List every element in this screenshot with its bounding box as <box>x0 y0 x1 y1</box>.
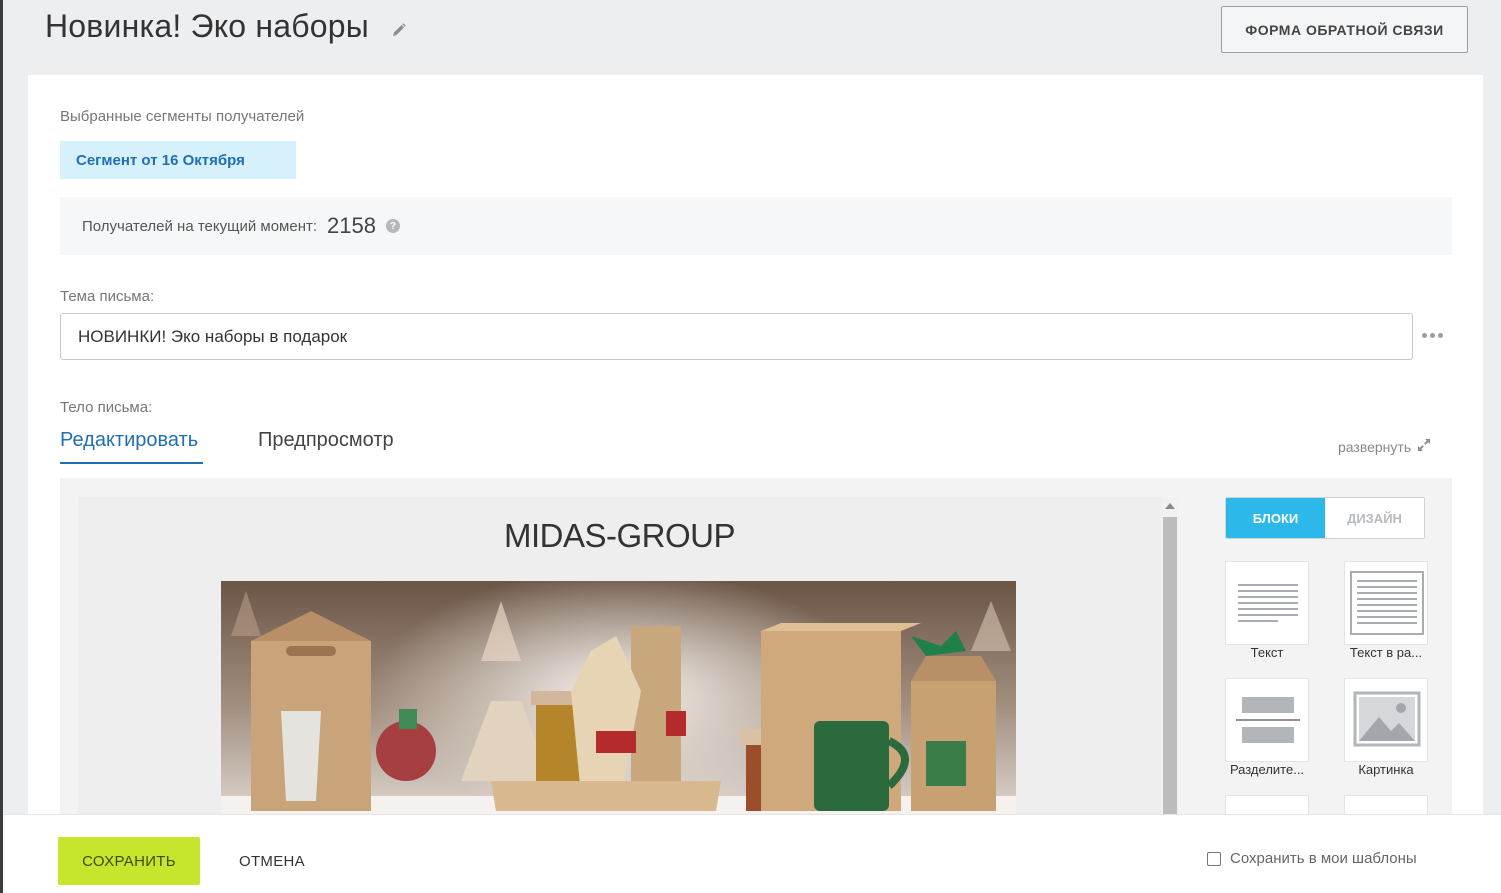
text-block-icon <box>1238 584 1298 622</box>
expand-icon <box>1417 438 1431 455</box>
tab-blocks[interactable]: БЛОКИ <box>1226 498 1325 538</box>
recipients-count: 2158 <box>327 213 376 238</box>
body-label: Тело письма: <box>60 399 153 416</box>
header: Новинка! Эко наборы ФОРМА ОБРАТНОЙ СВЯЗИ <box>3 0 1501 75</box>
save-template-checkbox[interactable] <box>1207 851 1221 866</box>
cancel-button[interactable]: ОТМЕНА <box>239 853 305 870</box>
scroll-up-arrow-icon[interactable] <box>1165 503 1175 509</box>
question-icon[interactable]: ? <box>385 219 400 233</box>
window-edge <box>0 0 3 893</box>
banner-image[interactable] <box>221 581 1016 820</box>
feedback-form-button[interactable]: ФОРМА ОБРАТНОЙ СВЯЗИ <box>1221 6 1468 53</box>
block-boxed-text-label: Текст в ра... <box>1349 645 1423 660</box>
expand-label: развернуть <box>1338 438 1412 455</box>
block-divider[interactable] <box>1225 678 1309 762</box>
more-options-icon[interactable] <box>1422 330 1446 340</box>
campaign-card: Выбранные сегменты получателей Сегмент о… <box>28 75 1483 879</box>
pencil-icon[interactable] <box>391 22 407 38</box>
block-text-label: Текст <box>1250 645 1284 660</box>
save-template-label: Сохранить в мои шаблоны <box>1230 850 1417 867</box>
email-title: MIDAS-GROUP <box>503 517 736 554</box>
save-template-option[interactable]: Сохранить в мои шаблоны <box>1207 850 1417 867</box>
block-image[interactable] <box>1344 678 1428 762</box>
block-image-label: Картинка <box>1358 762 1414 777</box>
boxed-text-block-icon <box>1350 571 1424 635</box>
footer-bar: СОХРАНИТЬ ОТМЕНА Сохранить в мои шаблоны <box>3 814 1501 893</box>
image-block-icon <box>1353 691 1421 747</box>
block-text[interactable] <box>1225 561 1309 645</box>
scroll-thumb[interactable] <box>1163 517 1177 820</box>
subject-input[interactable]: НОВИНКИ! Эко наборы в подарок <box>60 313 1413 360</box>
subject-label: Тема письма: <box>60 288 155 305</box>
editor-scrollbar[interactable] <box>1161 497 1179 820</box>
tab-edit[interactable]: Редактировать <box>60 429 203 464</box>
block-divider-label: Разделите... <box>1229 762 1305 777</box>
recipients-box: Получателей на текущий момент: 2158 ? <box>60 197 1452 255</box>
save-button[interactable]: СОХРАНИТЬ <box>58 837 200 885</box>
tab-design[interactable]: ДИЗАЙН <box>1325 498 1424 538</box>
blocks-panel: БЛОКИ ДИЗАЙН Текст Текст в ра... Раздели… <box>1225 497 1428 879</box>
segments-label: Выбранные сегменты получателей <box>60 108 305 125</box>
block-boxed-text[interactable] <box>1344 561 1428 645</box>
recipients-label: Получателей на текущий момент: <box>82 217 318 235</box>
expand-button[interactable]: развернуть <box>1338 438 1431 455</box>
panel-tabs: БЛОКИ ДИЗАЙН <box>1225 497 1425 539</box>
page-title: Новинка! Эко наборы <box>45 8 369 44</box>
tab-preview[interactable]: Предпросмотр <box>258 429 394 464</box>
segment-chip[interactable]: Сегмент от 16 Октября <box>60 141 296 179</box>
email-canvas[interactable]: MIDAS-GROUP <box>78 497 1161 820</box>
email-editor: MIDAS-GROUP БЛОКИ ДИЗАЙН Текст Текст в р… <box>60 478 1452 879</box>
divider-block-icon <box>1236 697 1300 743</box>
